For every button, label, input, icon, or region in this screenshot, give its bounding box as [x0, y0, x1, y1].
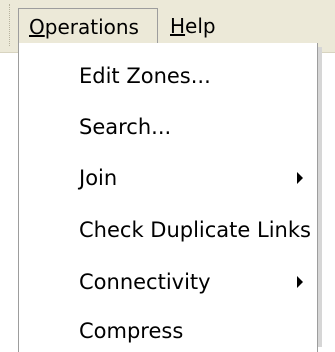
menu-help-mnemonic: H	[170, 14, 186, 38]
operations-dropdown-menu: Edit Zones... Search... Join Check Dupli…	[18, 43, 322, 352]
menu-item-compress[interactable]: Compress	[19, 308, 317, 352]
menu-item-label: Connectivity	[79, 270, 211, 294]
submenu-arrow-icon	[297, 276, 303, 288]
menu-item-check-duplicate-links[interactable]: Check Duplicate Links	[19, 207, 317, 253]
menu-operations-mnemonic: O	[29, 15, 45, 39]
menu-item-edit-zones[interactable]: Edit Zones...	[19, 53, 317, 99]
menu-item-label: Edit Zones...	[79, 64, 211, 88]
menu-item-label: Check Duplicate Links	[79, 218, 311, 242]
menu-operations-label: perations	[44, 15, 139, 39]
menu-item-label: Compress	[79, 319, 184, 343]
menu-operations[interactable]: Operations	[18, 8, 158, 44]
menu-bar-grip[interactable]	[0, 0, 14, 52]
menu-item-connectivity[interactable]: Connectivity	[19, 259, 317, 305]
menu-item-label: Search...	[79, 115, 172, 139]
menu-item-search[interactable]: Search...	[19, 104, 317, 150]
menu-help[interactable]: Help	[166, 8, 216, 44]
app-window: Operations Help Edit Zones... Search... …	[0, 0, 335, 352]
submenu-arrow-icon	[297, 172, 303, 184]
menu-item-join[interactable]: Join	[19, 155, 317, 201]
menu-help-label: elp	[185, 14, 216, 38]
menu-item-label: Join	[79, 166, 118, 190]
